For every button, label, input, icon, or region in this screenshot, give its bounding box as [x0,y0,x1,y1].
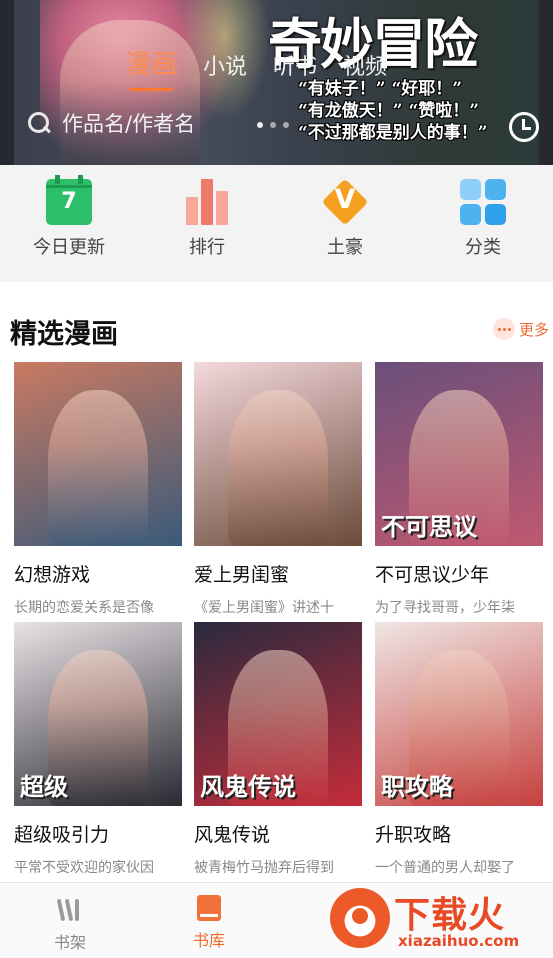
quick-item-label: 今日更新 [33,237,105,258]
quick-item-label: 分类 [465,237,501,258]
cover-title-art: 超级 [20,772,68,801]
comic-card[interactable]: 超级 超级吸引力 平常不受欢迎的家伙因 [14,622,182,877]
tab-novels[interactable]: 小说 [203,49,247,81]
comic-card[interactable]: 幻想游戏 长期的恋爱关系是否像 [14,362,182,617]
comic-cover[interactable]: 职攻略 [375,622,543,806]
flame-logo-icon [330,888,390,948]
quick-item-label: 排行 [189,237,225,258]
watermark-url: xiazaihuo.com [398,932,520,950]
search-input[interactable]: 作品名/作者名 [26,108,195,138]
tab-videos[interactable]: 视频 [343,49,387,81]
quick-item-vip[interactable]: V 土豪 [276,165,414,282]
cover-title-art: 职攻略 [381,772,453,801]
watermark-title: 下载火 [394,895,506,936]
tab-comics[interactable]: 漫画 [125,44,177,91]
section-title: 精选漫画 [10,319,118,350]
banner-quote-line: “有龙傲天！” “赞啦！” [298,101,480,121]
cover-title-art: 不可思议 [381,512,477,541]
comic-title[interactable]: 升职攻略 [375,820,543,847]
comic-description: 平常不受欢迎的家伙因 [14,860,154,876]
nav-label: 书架 [53,933,86,952]
banner-quotes: “有妹子！” “好耶！” “有龙傲天！” “赞啦！” “不过那都是别人的事！” [298,78,488,144]
carousel-indicator [257,122,289,128]
comic-title[interactable]: 不可思议少年 [375,560,543,587]
banner-quote-line: “有妹子！” “好耶！” [298,79,463,99]
carousel-dot[interactable] [283,122,289,128]
search-icon [26,110,52,136]
comic-description: 长期的恋爱关系是否像 [14,600,154,616]
nav-label: 书库 [192,931,225,950]
hero-banner[interactable]: 奇妙冒险 漫画 小说 听书 视频 “有妹子！” “好耶！” “有龙傲天！” “赞… [0,0,553,165]
vip-diamond-icon: V [321,178,369,226]
nav-bookshelf[interactable]: 书架 [40,895,100,953]
ranking-bars-icon [184,179,230,225]
comic-title[interactable]: 超级吸引力 [14,820,182,847]
banner-edge-left [0,0,14,165]
vip-letter: V [334,184,356,215]
nav-library[interactable]: 书库 [179,895,239,951]
carousel-dot[interactable] [257,122,263,128]
carousel-dot[interactable] [270,122,276,128]
more-label: 更多 [518,320,549,339]
calendar-icon: 7 [46,175,92,225]
banner-edge-right [539,0,553,165]
comic-title[interactable]: 风鬼传说 [194,820,362,847]
quick-item-category[interactable]: 分类 [414,165,552,282]
comic-cover[interactable]: 风鬼传说 [194,622,362,806]
cover-figure [227,389,329,546]
content-type-tabs: 漫画 小说 听书 视频 [125,44,413,91]
cover-title-art: 风鬼传说 [200,772,296,801]
more-dots-icon [492,318,515,340]
banner-quote-line: “不过那都是别人的事！” [298,123,488,143]
comic-description: 《爱上男闺蜜》讲述十 [194,600,334,616]
bookshelf-icon [56,895,83,923]
comic-title[interactable]: 爱上男闺蜜 [194,560,362,587]
category-grid-icon [460,179,506,225]
quick-item-ranking[interactable]: 排行 [138,165,276,282]
calendar-day-number: 7 [61,189,77,214]
quick-category-bar: 7 今日更新 排行 V 土豪 分类 [0,165,553,282]
comic-cover[interactable]: 不可思议 [375,362,543,546]
cover-figure [47,389,149,546]
library-icon [197,895,221,921]
comic-description: 一个普通的男人却娶了 [375,860,515,876]
history-clock-icon[interactable] [509,112,539,142]
comic-description: 为了寻找哥哥，少年柒 [375,600,515,616]
quick-item-today-update[interactable]: 7 今日更新 [0,165,138,282]
comic-card[interactable]: 不可思议 不可思议少年 为了寻找哥哥，少年柒 [375,362,543,617]
search-placeholder: 作品名/作者名 [62,112,196,136]
banner-character-figure [60,20,200,165]
comic-cover[interactable]: 超级 [14,622,182,806]
comic-title[interactable]: 幻想游戏 [14,560,182,587]
comic-cover[interactable] [14,362,182,546]
comic-card[interactable]: 爱上男闺蜜 《爱上男闺蜜》讲述十 [194,362,362,617]
comic-cover[interactable] [194,362,362,546]
comic-card[interactable]: 风鬼传说 风鬼传说 被青梅竹马抛弃后得到 [194,622,362,877]
quick-item-label: 土豪 [327,237,363,258]
watermark-logo: 下载火 xiazaihuo.com [328,884,550,956]
featured-comics-header: 精选漫画 更多 [0,300,553,360]
comic-card[interactable]: 职攻略 升职攻略 一个普通的男人却娶了 [375,622,543,877]
more-button[interactable]: 更多 [492,318,549,340]
tab-audiobooks[interactable]: 听书 [273,49,317,81]
comic-description: 被青梅竹马抛弃后得到 [194,860,334,876]
